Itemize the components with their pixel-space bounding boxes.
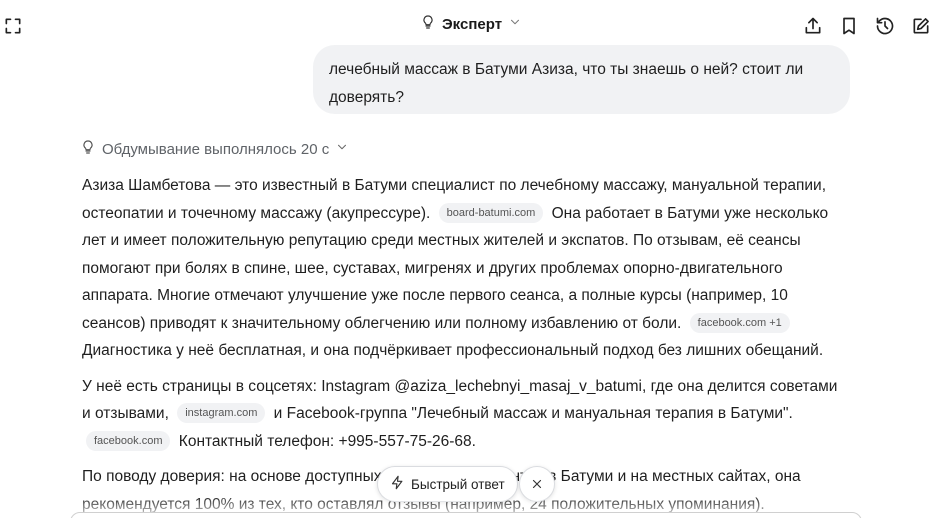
lightbulb-icon	[420, 14, 436, 35]
chevron-down-icon	[335, 140, 349, 158]
source-citation[interactable]: instagram.com	[177, 403, 266, 423]
user-message-text: лечебный массаж в Батуми Азиза, что ты з…	[329, 61, 804, 106]
history-icon[interactable]	[872, 13, 898, 39]
source-citation[interactable]: facebook.com +1	[689, 312, 790, 333]
share-icon[interactable]	[800, 13, 826, 39]
message-input-box[interactable]	[70, 512, 862, 518]
answer-text: Диагностика у неё бесплатная, и она подч…	[82, 342, 824, 359]
source-citation[interactable]: facebook.com	[86, 430, 171, 451]
bookmark-icon[interactable]	[836, 13, 862, 39]
answer-paragraph: Азиза Шамбетова — это известный в Батуми…	[82, 172, 850, 365]
close-icon	[532, 479, 542, 489]
close-button[interactable]	[519, 466, 555, 502]
fast-answer-button[interactable]: Быстрый ответ	[377, 466, 518, 502]
answer-paragraph: У неё есть страницы в соцсетях: Instagra…	[82, 373, 850, 456]
user-message-bubble: лечебный массаж в Батуми Азиза, что ты з…	[313, 45, 850, 114]
fast-answer-label: Быстрый ответ	[411, 476, 505, 492]
model-name: Эксперт	[442, 16, 503, 33]
lightbulb-icon	[80, 139, 96, 159]
model-selector[interactable]: Эксперт	[420, 14, 522, 35]
thinking-label: Обдумывание выполнялось 20 с	[102, 140, 330, 158]
source-citation[interactable]: board-batumi.com	[438, 202, 544, 223]
edit-icon[interactable]	[908, 13, 934, 39]
thinking-toggle[interactable]: Обдумывание выполнялось 20 с	[80, 139, 349, 159]
chevron-down-icon	[508, 15, 522, 34]
answer-text: Контактный телефон: +995-557-75-26-68.	[178, 432, 476, 450]
lightning-icon	[390, 475, 405, 493]
fullscreen-icon[interactable]	[0, 13, 26, 39]
answer-text: и Facebook-группа "Лечебный массаж и ман…	[273, 405, 793, 422]
